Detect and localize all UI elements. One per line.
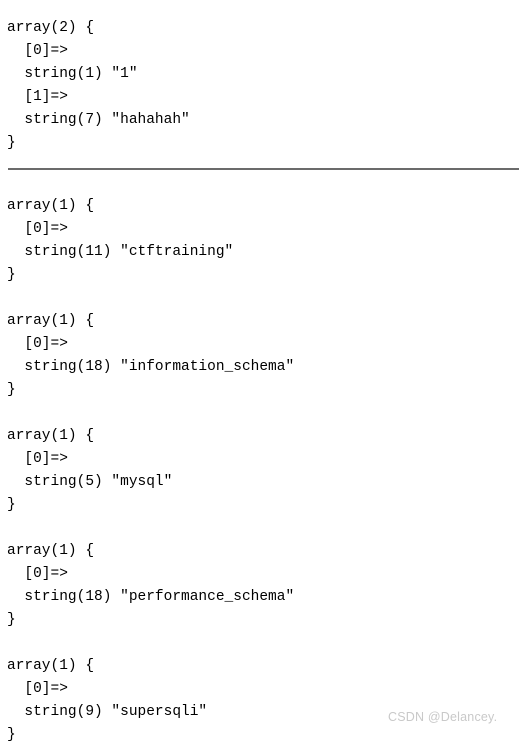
var-dump-block-4: array(1) { [0]=> string(18) "performance…: [7, 540, 294, 632]
csdn-watermark: CSDN @Delancey.: [388, 710, 498, 724]
dump-line: string(7) "hahahah": [7, 111, 190, 128]
dump-line: [1]=>: [7, 88, 68, 105]
var-dump-block-0: array(2) { [0]=> string(1) "1" [1]=> str…: [7, 17, 190, 155]
dump-line: array(1) {: [7, 197, 95, 214]
dump-line: array(1) {: [7, 427, 95, 444]
dump-line: string(5) "mysql": [7, 473, 173, 490]
dump-line: }: [7, 134, 16, 151]
dump-line: [0]=>: [7, 450, 68, 467]
var-dump-block-5: array(1) { [0]=> string(9) "supersqli"}: [7, 655, 207, 747]
dump-line: [0]=>: [7, 565, 68, 582]
var-dump-block-1: array(1) { [0]=> string(11) "ctftraining…: [7, 195, 233, 287]
dump-line: }: [7, 266, 16, 283]
section-separator: [8, 168, 519, 170]
dump-line: array(2) {: [7, 19, 95, 36]
dump-line: string(18) "performance_schema": [7, 588, 295, 605]
dump-line: string(18) "information_schema": [7, 358, 295, 375]
dump-line: string(9) "supersqli": [7, 703, 208, 720]
dump-line: [0]=>: [7, 335, 68, 352]
dump-line: string(11) "ctftraining": [7, 243, 234, 260]
dump-line: [0]=>: [7, 680, 68, 697]
dump-line: }: [7, 381, 16, 398]
dump-line: }: [7, 496, 16, 513]
dump-line: array(1) {: [7, 542, 95, 559]
dump-line: }: [7, 611, 16, 628]
var-dump-block-3: array(1) { [0]=> string(5) "mysql"}: [7, 425, 172, 517]
var-dump-block-2: array(1) { [0]=> string(18) "information…: [7, 310, 294, 402]
dump-line: string(1) "1": [7, 65, 138, 82]
dump-line: [0]=>: [7, 220, 68, 237]
dump-line: [0]=>: [7, 42, 68, 59]
dump-line: array(1) {: [7, 312, 95, 329]
var-dump-output-page: array(2) { [0]=> string(1) "1" [1]=> str…: [0, 0, 519, 743]
dump-line: }: [7, 726, 16, 743]
dump-line: array(1) {: [7, 657, 95, 674]
